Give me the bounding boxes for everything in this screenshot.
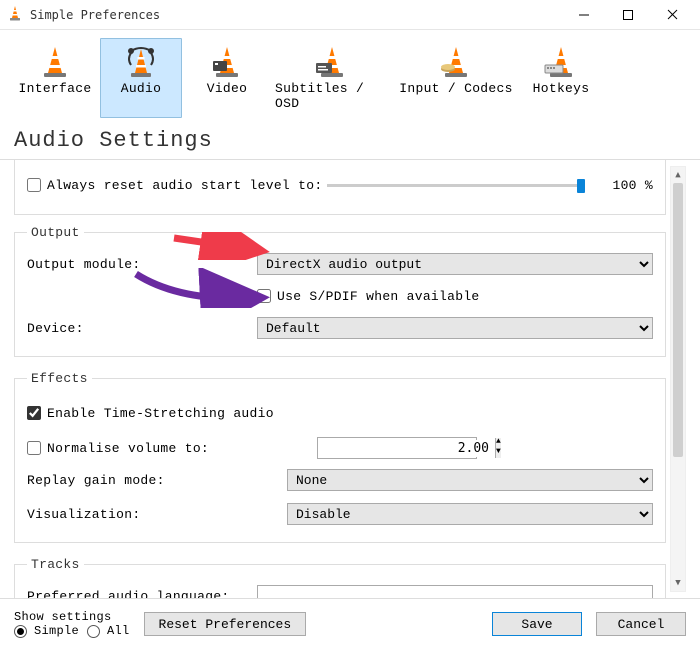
spdif-label: Use S/PDIF when available — [277, 289, 480, 304]
normalise-checkbox-input[interactable] — [27, 441, 41, 455]
window-title: Simple Preferences — [30, 8, 160, 22]
minimize-button[interactable] — [562, 1, 606, 29]
normalise-spinner[interactable]: ▲▼ — [317, 437, 477, 459]
group-output: Output Output module: DirectX audio outp… — [14, 225, 666, 357]
close-button[interactable] — [650, 1, 694, 29]
vertical-scrollbar[interactable]: ▲ ▼ — [670, 166, 686, 592]
audio-icon — [123, 43, 159, 79]
normalise-label: Normalise volume to: — [47, 441, 209, 456]
visualization-select[interactable]: Disable — [287, 503, 653, 525]
always-reset-label: Always reset audio start level to: — [47, 178, 322, 193]
output-module-label: Output module: — [27, 257, 257, 272]
replay-gain-label: Replay gain mode: — [27, 473, 287, 488]
maximize-button[interactable] — [606, 1, 650, 29]
cancel-button[interactable]: Cancel — [596, 612, 686, 636]
tab-input-codecs[interactable]: Input / Codecs — [396, 38, 516, 118]
start-level-value: 100 % — [593, 178, 653, 193]
tab-label: Audio — [121, 81, 162, 96]
always-reset-checkbox[interactable]: Always reset audio start level to: — [27, 172, 327, 198]
show-settings-label: Show settings — [14, 610, 130, 624]
radio-simple-icon — [14, 625, 27, 638]
radio-all-icon — [87, 625, 100, 638]
always-reset-checkbox-input[interactable] — [27, 178, 41, 192]
output-legend: Output — [27, 225, 84, 240]
scroll-down-icon[interactable]: ▼ — [671, 575, 685, 591]
tab-label: Video — [207, 81, 248, 96]
output-module-select[interactable]: DirectX audio output — [257, 253, 653, 275]
radio-all-label: All — [107, 624, 130, 638]
normalise-checkbox[interactable]: Normalise volume to: — [27, 435, 317, 461]
group-effects: Effects Enable Time-Stretching audio Nor… — [14, 371, 666, 543]
page-title: Audio Settings — [0, 124, 700, 159]
input-codecs-icon — [438, 43, 474, 79]
reset-preferences-button[interactable]: Reset Preferences — [144, 612, 307, 636]
tab-label: Interface — [19, 81, 92, 96]
category-tabs: Interface Audio Video Subtitles / OSD In… — [0, 30, 700, 124]
app-icon — [6, 4, 24, 26]
video-icon — [209, 43, 245, 79]
timestretch-checkbox[interactable]: Enable Time-Stretching audio — [27, 400, 274, 426]
interface-icon — [37, 43, 73, 79]
tab-label: Hotkeys — [533, 81, 590, 96]
hotkeys-icon — [543, 43, 579, 79]
spdif-checkbox-input[interactable] — [257, 289, 271, 303]
spdif-checkbox[interactable]: Use S/PDIF when available — [257, 283, 480, 309]
preferred-lang-input[interactable] — [257, 585, 653, 598]
titlebar: Simple Preferences — [0, 0, 700, 30]
device-label: Device: — [27, 321, 257, 336]
spin-down-icon[interactable]: ▼ — [496, 448, 501, 458]
tab-subtitles[interactable]: Subtitles / OSD — [272, 38, 392, 118]
timestretch-checkbox-input[interactable] — [27, 406, 41, 420]
normalise-value[interactable] — [318, 440, 495, 457]
tab-label: Subtitles / OSD — [275, 81, 389, 111]
timestretch-label: Enable Time-Stretching audio — [47, 406, 274, 421]
tab-interface[interactable]: Interface — [14, 38, 96, 118]
save-button[interactable]: Save — [492, 612, 582, 636]
footer-bar: Show settings Simple All Reset Preferenc… — [0, 602, 700, 650]
settings-pane: volume Always reset audio start level to… — [0, 159, 700, 599]
radio-simple-label: Simple — [34, 624, 79, 638]
tab-hotkeys[interactable]: Hotkeys — [520, 38, 602, 118]
tab-label: Input / Codecs — [399, 81, 512, 96]
radio-simple[interactable]: Simple — [14, 624, 79, 638]
effects-legend: Effects — [27, 371, 92, 386]
tracks-legend: Tracks — [27, 557, 84, 572]
group-volume: volume Always reset audio start level to… — [14, 160, 666, 215]
device-select[interactable]: Default — [257, 317, 653, 339]
radio-all[interactable]: All — [87, 624, 130, 638]
tab-video[interactable]: Video — [186, 38, 268, 118]
group-tracks: Tracks Preferred audio language: Submit … — [14, 557, 666, 598]
preferred-lang-label: Preferred audio language: — [27, 589, 257, 599]
subtitles-icon — [314, 43, 350, 79]
tab-audio[interactable]: Audio — [100, 38, 182, 118]
replay-gain-select[interactable]: None — [287, 469, 653, 491]
scroll-handle[interactable] — [673, 183, 683, 457]
start-level-slider[interactable] — [327, 184, 585, 187]
scroll-up-icon[interactable]: ▲ — [671, 167, 685, 183]
visualization-label: Visualization: — [27, 507, 287, 522]
